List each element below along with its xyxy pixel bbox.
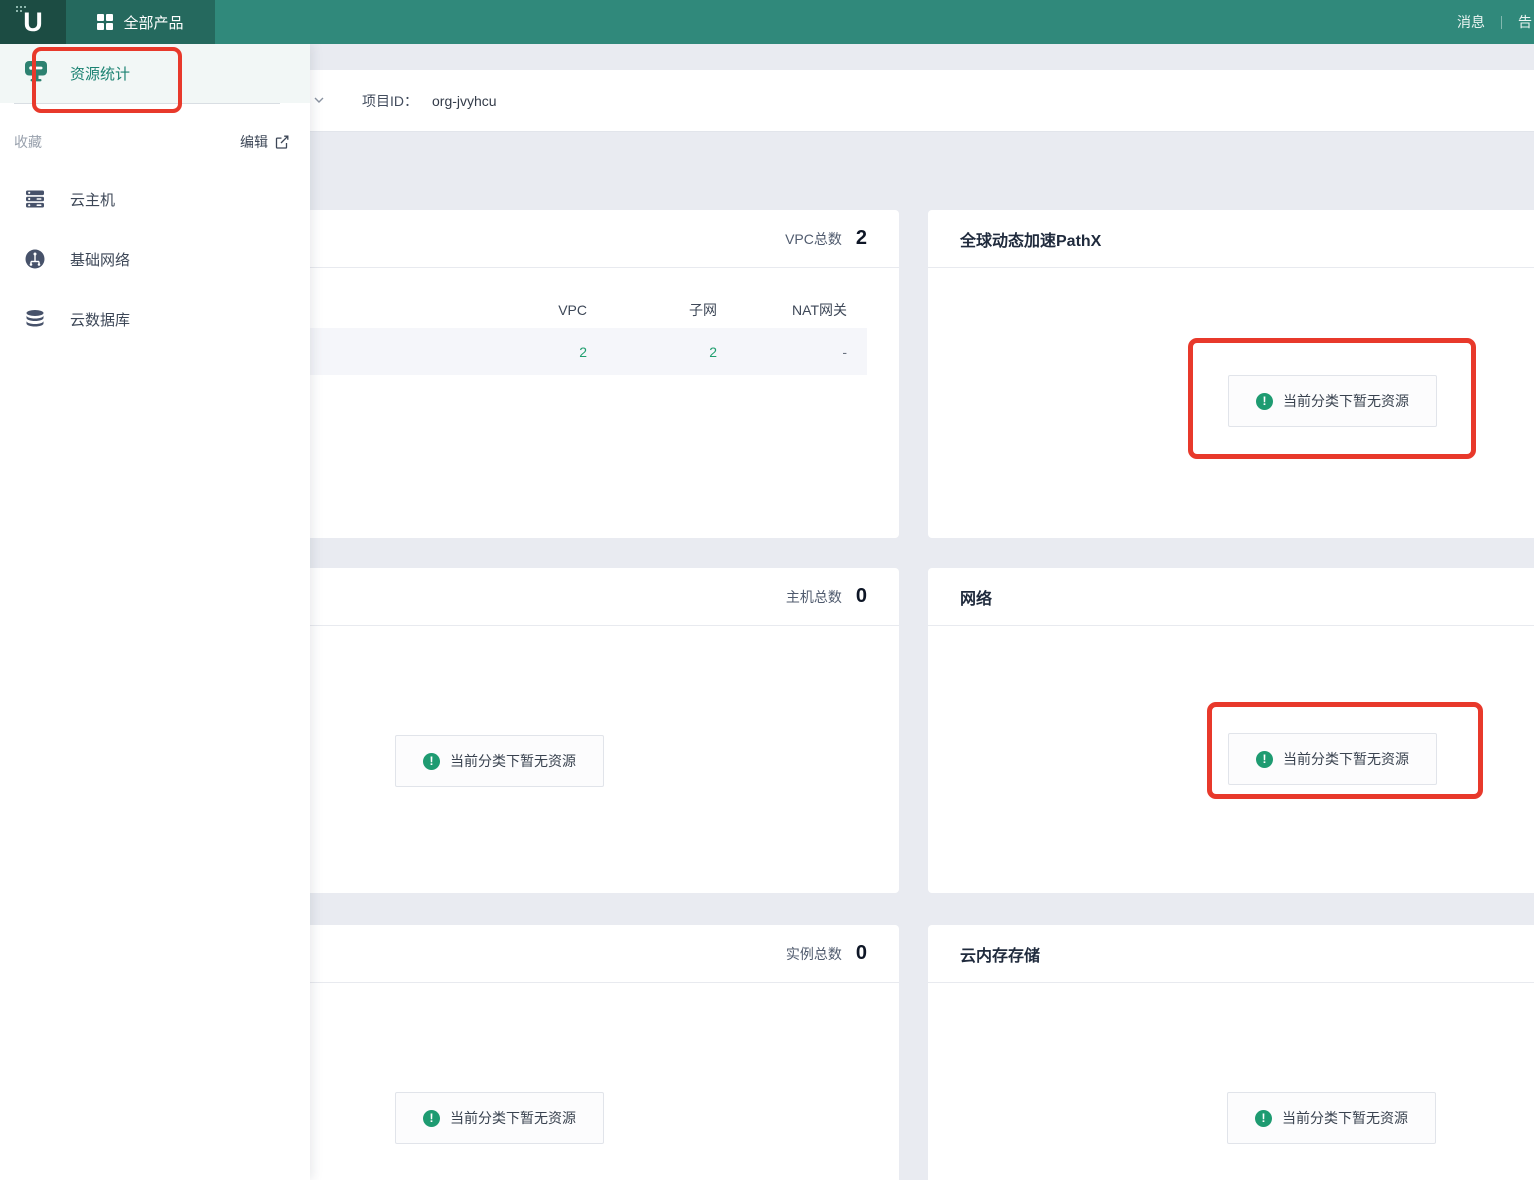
memstore-card-title: 云内存存储 bbox=[960, 942, 1040, 966]
memstore-empty-text: 当前分类下暂无资源 bbox=[1282, 1108, 1408, 1128]
instance-total-value: 0 bbox=[856, 942, 867, 965]
project-id: 项目ID： org-jvyhcu bbox=[362, 70, 497, 132]
vpc-total-stat: VPC总数 2 bbox=[785, 227, 867, 250]
edit-favorites-button[interactable]: 编辑 bbox=[240, 132, 290, 152]
network-card: 网络 ! 当前分类下暂无资源 bbox=[928, 568, 1534, 893]
memstore-card-header: 云内存存储 bbox=[928, 925, 1534, 983]
ucloud-logo[interactable]: U bbox=[0, 0, 66, 44]
favorites-label: 收藏 bbox=[14, 132, 42, 152]
products-sidebar-panel: 资源统计 收藏 编辑 bbox=[0, 44, 310, 1180]
sidebar-item-basic-network[interactable]: 基础网络 bbox=[0, 239, 310, 279]
network-icon bbox=[24, 248, 46, 270]
edit-external-icon bbox=[274, 134, 290, 150]
instance-total-stat: 实例总数 0 bbox=[786, 942, 867, 965]
vpc-count-link[interactable]: 2 bbox=[477, 344, 607, 360]
pathx-card: 全球动态加速PathX ! 当前分类下暂无资源 bbox=[928, 210, 1534, 538]
network-empty-state: ! 当前分类下暂无资源 bbox=[1228, 733, 1437, 785]
natgw-count-value: - bbox=[737, 344, 867, 360]
instance-total-label: 实例总数 bbox=[786, 944, 842, 964]
project-id-value: org-jvyhcu bbox=[432, 93, 497, 109]
instance-empty-state: ! 当前分类下暂无资源 bbox=[395, 1092, 604, 1144]
logo-dots-icon bbox=[16, 6, 26, 16]
messages-link[interactable]: 消息 bbox=[1457, 12, 1485, 32]
column-header-natgw: NAT网关 bbox=[737, 300, 867, 320]
database-icon bbox=[24, 308, 46, 330]
memstore-card: 云内存存储 ! 当前分类下暂无资源 bbox=[928, 925, 1534, 1180]
server-icon bbox=[24, 188, 46, 210]
network-empty-text: 当前分类下暂无资源 bbox=[1283, 749, 1409, 769]
sidebar-divider bbox=[14, 103, 280, 104]
host-total-label: 主机总数 bbox=[786, 587, 842, 607]
pathx-card-header: 全球动态加速PathX bbox=[928, 210, 1534, 268]
products-grid-icon bbox=[97, 14, 113, 30]
info-exclamation-icon: ! bbox=[1255, 1110, 1272, 1127]
host-empty-state: ! 当前分类下暂无资源 bbox=[395, 735, 604, 787]
project-id-label: 项目ID： bbox=[362, 91, 418, 111]
host-total-value: 0 bbox=[856, 585, 867, 608]
sidebar-item-resource-stats[interactable]: 资源统计 bbox=[0, 44, 310, 103]
info-exclamation-icon: ! bbox=[1256, 751, 1273, 768]
sidebar-item-cloud-database[interactable]: 云数据库 bbox=[0, 299, 310, 339]
pathx-empty-text: 当前分类下暂无资源 bbox=[1283, 391, 1409, 411]
edit-label: 编辑 bbox=[240, 132, 268, 152]
vpc-total-value: 2 bbox=[856, 227, 867, 250]
favorites-row: 收藏 编辑 bbox=[0, 128, 310, 156]
column-header-vpc: VPC bbox=[477, 302, 607, 318]
dashboard-stats-icon bbox=[24, 60, 48, 87]
column-header-subnet: 子网 bbox=[607, 300, 737, 320]
vpc-total-label: VPC总数 bbox=[785, 229, 842, 249]
topbar: U 全部产品 消息 告 bbox=[0, 0, 1534, 44]
sidebar-item-label: 云数据库 bbox=[70, 309, 130, 330]
network-card-title: 网络 bbox=[960, 585, 992, 609]
topbar-right-menu: 消息 告 bbox=[1457, 0, 1532, 44]
all-products-button[interactable]: 全部产品 bbox=[66, 0, 215, 44]
network-card-header: 网络 bbox=[928, 568, 1534, 626]
pathx-card-title: 全球动态加速PathX bbox=[960, 227, 1101, 251]
resource-stats-label: 资源统计 bbox=[70, 63, 130, 84]
alerts-link[interactable]: 告 bbox=[1518, 12, 1532, 32]
logo-letter: U bbox=[23, 7, 43, 38]
memstore-empty-state: ! 当前分类下暂无资源 bbox=[1227, 1092, 1436, 1144]
pathx-empty-state: ! 当前分类下暂无资源 bbox=[1228, 375, 1437, 427]
all-products-label: 全部产品 bbox=[123, 12, 183, 33]
chevron-down-icon[interactable] bbox=[313, 94, 325, 106]
sidebar-item-label: 基础网络 bbox=[70, 249, 130, 270]
sidebar-item-cloud-host[interactable]: 云主机 bbox=[0, 179, 310, 219]
info-exclamation-icon: ! bbox=[423, 1110, 440, 1127]
info-exclamation-icon: ! bbox=[1256, 393, 1273, 410]
sidebar-item-label: 云主机 bbox=[70, 189, 115, 210]
info-exclamation-icon: ! bbox=[423, 753, 440, 770]
instance-empty-text: 当前分类下暂无资源 bbox=[450, 1108, 576, 1128]
host-empty-text: 当前分类下暂无资源 bbox=[450, 751, 576, 771]
subnet-count-link[interactable]: 2 bbox=[607, 344, 737, 360]
topbar-divider bbox=[1501, 16, 1502, 29]
host-total-stat: 主机总数 0 bbox=[786, 585, 867, 608]
